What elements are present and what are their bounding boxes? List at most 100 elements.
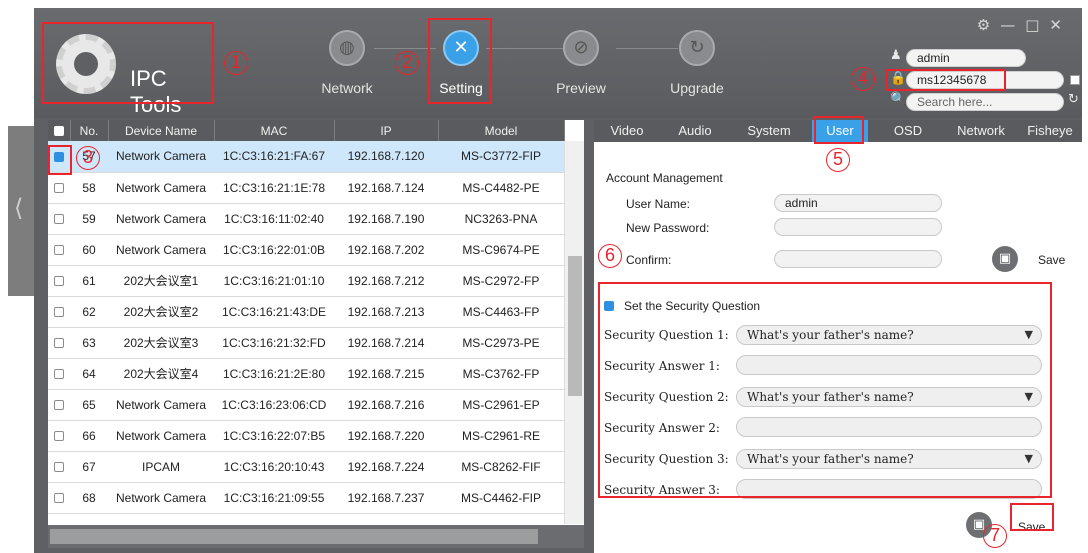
device-number-cell: 59 (70, 203, 108, 235)
table-header-row: No. Device Name MAC IP Model (48, 120, 565, 141)
scrollbar-thumb[interactable] (568, 256, 582, 396)
column-header[interactable]: Model (438, 120, 565, 141)
chevron-left-icon: ⟨ (14, 194, 24, 222)
column-header[interactable]: No. (70, 120, 109, 141)
row-checkbox[interactable] (54, 462, 64, 473)
vertical-scrollbar[interactable] (564, 141, 584, 524)
ip-cell: 192.168.7.120 (334, 141, 438, 173)
device-number-cell: 61 (70, 265, 108, 297)
new-password-input[interactable] (774, 218, 942, 236)
scrollbar-thumb[interactable] (50, 529, 538, 544)
column-header[interactable]: MAC (214, 120, 335, 141)
table-row[interactable]: 58 Network Camera 1C:C3:16:21:1E:78 192.168… (48, 172, 564, 204)
close-icon[interactable]: ✕ (1049, 16, 1072, 34)
device-name-cell: Network Camera (108, 234, 214, 266)
tab-network[interactable]: Network (946, 120, 1016, 142)
device-number-cell: 60 (70, 234, 108, 266)
select-cell (48, 265, 70, 297)
select-all-header[interactable] (48, 120, 71, 141)
search-input[interactable]: Search here... (906, 93, 1064, 111)
device-name-cell: Network Camera (108, 203, 214, 235)
table-row[interactable]: 66 Network Camera 1C:C3:16:22:07:B5 192.168… (48, 420, 564, 452)
row-checkbox[interactable] (54, 338, 64, 349)
table-row[interactable]: 65 Network Camera 1C:C3:16:23:06:CD 192.168… (48, 389, 564, 421)
table-row[interactable]: 67 IPCAM 1C:C3:16:20:10:43 192.168.7.224 MS-… (48, 451, 564, 483)
row-checkbox[interactable] (54, 276, 64, 287)
mac-cell: 1C:C3:16:21:1E:78 (214, 172, 334, 204)
device-name-cell: 202大会议室3 (108, 327, 214, 359)
device-name-cell: 202大会议室1 (108, 265, 214, 297)
model-cell: NC3263-PNA (438, 203, 564, 235)
collapse-side-tab[interactable]: ⟨ (8, 126, 34, 296)
model-cell: MS-C4463-FP (438, 296, 564, 328)
tab-fisheye[interactable]: Fisheye (1020, 120, 1080, 142)
model-cell: MS-C4482-PE (438, 172, 564, 204)
minimize-icon[interactable]: — (1000, 16, 1025, 34)
model-cell: MS-C2961-RE (438, 420, 564, 452)
row-checkbox[interactable] (54, 245, 64, 256)
table-row[interactable]: 61 202大会议室1 1C:C3:16:21:01:10 192.168.7.212… (48, 265, 564, 297)
refresh-icon: ↻ (679, 30, 715, 66)
step-upgrade[interactable]: ↻ Upgrade (662, 30, 732, 96)
tab-video[interactable]: Video (598, 120, 656, 142)
tab-system[interactable]: System (734, 120, 804, 142)
save-disk-icon[interactable]: ▣ (992, 246, 1018, 272)
annotation-box-logo (42, 22, 214, 104)
confirm-password-input[interactable] (774, 250, 942, 268)
row-checkbox[interactable] (54, 307, 64, 318)
model-cell: MS-C2972-FP (438, 265, 564, 297)
step-network[interactable]: ◍ Network (312, 30, 382, 96)
account-save-button[interactable]: Save (1038, 253, 1065, 267)
mac-cell: 1C:C3:16:11:02:40 (214, 203, 334, 235)
remember-checkbox[interactable] (1070, 75, 1080, 85)
search-icon: 🔍 (890, 92, 907, 107)
row-checkbox[interactable] (54, 183, 64, 194)
new-password-label: New Password: (626, 221, 710, 235)
column-header[interactable]: IP (334, 120, 439, 141)
tab-osd[interactable]: OSD (876, 120, 940, 142)
gear-icon[interactable]: ⚙ (977, 16, 1000, 34)
refresh-search-icon[interactable]: ↻ (1068, 92, 1079, 107)
select-cell (48, 420, 70, 452)
row-checkbox[interactable] (54, 493, 64, 504)
mac-cell: 1C:C3:16:22:07:B5 (214, 420, 334, 452)
row-checkbox[interactable] (54, 369, 64, 380)
step-preview[interactable]: ⊘ Preview (546, 30, 616, 96)
model-cell: MS-C4462-FIP (438, 482, 564, 514)
pencil-icon: ⊘ (563, 30, 599, 66)
confirm-label: Confirm: (626, 253, 672, 267)
annotation-number: 2 (395, 51, 419, 75)
table-row[interactable]: 59 Network Camera 1C:C3:16:11:02:40 192.168… (48, 203, 564, 235)
ip-cell: 192.168.7.220 (334, 420, 438, 452)
tab-audio[interactable]: Audio (664, 120, 726, 142)
model-cell: MS-C3772-FIP (438, 141, 564, 173)
table-row[interactable]: 60 Network Camera 1C:C3:16:22:01:0B 192.168… (48, 234, 564, 266)
annotation-number: 1 (224, 51, 248, 75)
ip-cell: 192.168.7.213 (334, 296, 438, 328)
table-row[interactable]: 63 202大会议室3 1C:C3:16:21:32:FD 192.168.7.214… (48, 327, 564, 359)
screenshot-frame: ⟨ IPC Tools ◍ Network ✕ Setting ⊘ Previe… (0, 0, 1088, 553)
table-row[interactable]: 57 Network Camera 1C:C3:16:21:FA:67 192.168… (48, 141, 564, 173)
device-name-cell: Network Camera (108, 389, 214, 421)
column-header[interactable]: Device Name (108, 120, 215, 141)
table-row[interactable]: 68 Network Camera 1C:C3:16:21:09:55 192.168… (48, 482, 564, 514)
table-row[interactable]: 62 202大会议室2 1C:C3:16:21:43:DE 192.168.7.213… (48, 296, 564, 328)
select-all-checkbox[interactable] (53, 126, 64, 137)
ip-cell: 192.168.7.237 (334, 482, 438, 514)
row-checkbox[interactable] (54, 400, 64, 411)
device-name-cell: 202大会议室4 (108, 358, 214, 390)
step-label: Preview (556, 80, 606, 96)
mac-cell: 1C:C3:16:21:2E:80 (214, 358, 334, 390)
row-checkbox[interactable] (54, 214, 64, 225)
row-checkbox[interactable] (54, 431, 64, 442)
annotation-box-security (598, 282, 1052, 498)
username-field[interactable]: admin (906, 49, 1026, 67)
maximize-icon[interactable]: □ (1025, 16, 1049, 34)
table-row[interactable]: 64 202大会议室4 1C:C3:16:21:2E:80 192.168.7.215… (48, 358, 564, 390)
mac-cell: 1C:C3:16:21:32:FD (214, 327, 334, 359)
horizontal-scrollbar[interactable] (48, 525, 584, 548)
device-number-cell: 58 (70, 172, 108, 204)
username-input[interactable]: admin (774, 194, 942, 212)
device-number-cell: 62 (70, 296, 108, 328)
device-name-cell: Network Camera (108, 482, 214, 514)
